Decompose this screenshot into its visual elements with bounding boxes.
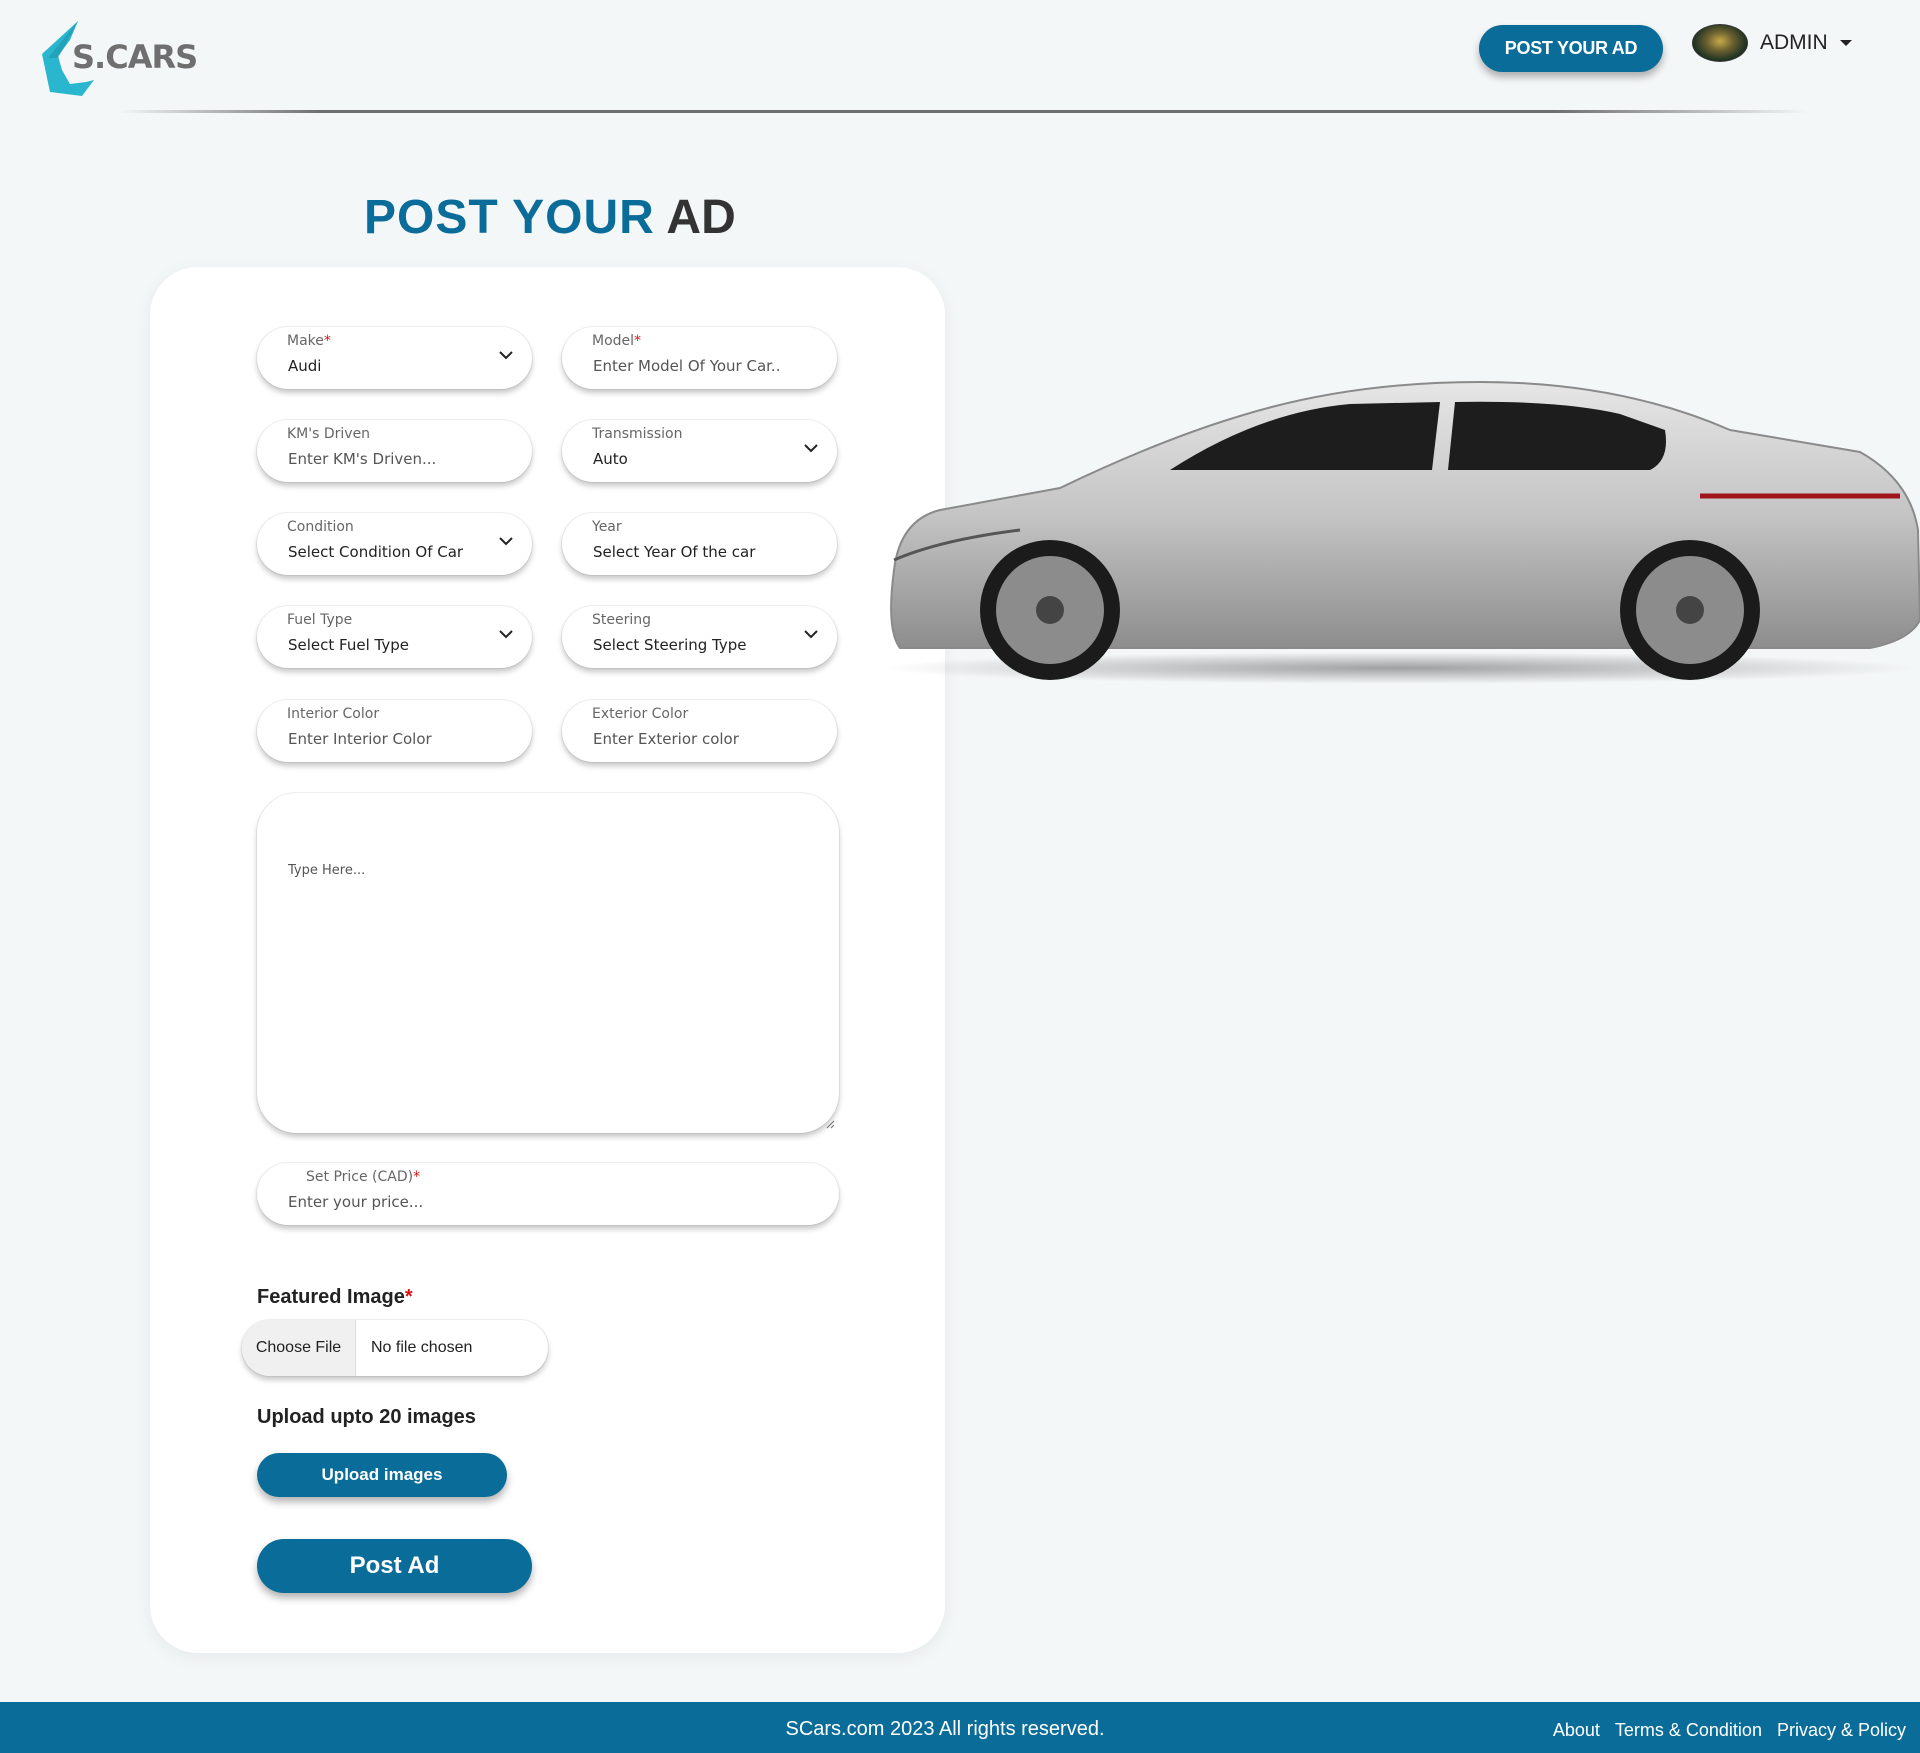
steering-value: Select Steering Type <box>593 636 747 654</box>
fuel-type-select[interactable]: Fuel Type Select Fuel Type <box>257 606 532 668</box>
exterior-color-placeholder: Enter Exterior color <box>593 730 739 748</box>
choose-file-button[interactable]: Choose File <box>242 1320 356 1376</box>
kms-driven-label: KM's Driven <box>287 426 371 442</box>
exterior-color-label: Exterior Color <box>592 706 689 722</box>
interior-color-placeholder: Enter Interior Color <box>288 730 432 748</box>
chevron-down-icon <box>804 630 818 639</box>
transmission-value: Auto <box>593 450 628 468</box>
make-label: Make* <box>287 333 331 349</box>
site-footer: SCars.com 2023 All rights reserved. Abou… <box>0 1702 1920 1753</box>
page-title-highlight: POST YOUR <box>364 191 655 244</box>
car-image <box>880 380 1920 684</box>
resize-grip-icon[interactable] <box>825 1119 835 1129</box>
site-header: S.CARS POST YOUR AD ADMIN <box>0 0 1920 113</box>
header-divider <box>118 110 1808 113</box>
post-your-ad-button[interactable]: POST YOUR AD <box>1479 25 1663 72</box>
fuel-type-label: Fuel Type <box>287 612 353 628</box>
featured-image-label: Featured Image* <box>257 1286 413 1308</box>
condition-select[interactable]: Condition Select Condition Of Car <box>257 513 532 575</box>
avatar[interactable] <box>1692 24 1748 62</box>
logo-text: S.CARS <box>72 38 198 76</box>
year-select[interactable]: Year Select Year Of the car <box>562 513 837 575</box>
price-label: Set Price (CAD)* <box>306 1169 421 1185</box>
user-menu[interactable]: ADMIN <box>1692 24 1852 62</box>
transmission-label: Transmission <box>592 426 683 442</box>
upload-images-button[interactable]: Upload images <box>257 1453 507 1497</box>
model-label: Model* <box>592 333 642 349</box>
chevron-down-icon <box>499 630 513 639</box>
footer-link-privacy[interactable]: Privacy & Policy <box>1777 1720 1906 1741</box>
chevron-down-icon <box>499 537 513 546</box>
footer-link-terms[interactable]: Terms & Condition <box>1615 1720 1762 1741</box>
upload-images-label: Upload upto 20 images <box>257 1406 476 1428</box>
make-select[interactable]: Make* Audi <box>257 327 532 389</box>
price-input[interactable]: Set Price (CAD)* Enter your price... <box>257 1163 839 1225</box>
featured-image-file-input[interactable]: Choose File No file chosen <box>242 1320 548 1376</box>
footer-links: About Terms & Condition Privacy & Policy <box>1553 1720 1906 1741</box>
caret-down-icon[interactable] <box>1839 40 1852 46</box>
chevron-down-icon <box>804 444 818 453</box>
fuel-type-value: Select Fuel Type <box>288 636 409 654</box>
footer-link-about[interactable]: About <box>1553 1720 1600 1741</box>
kms-driven-input[interactable]: KM's Driven Enter KM's Driven... <box>257 420 532 482</box>
price-placeholder: Enter your price... <box>288 1193 424 1211</box>
interior-color-label: Interior Color <box>287 706 380 722</box>
make-value: Audi <box>288 357 322 375</box>
file-status: No file chosen <box>371 1339 473 1356</box>
user-name[interactable]: ADMIN <box>1760 31 1828 55</box>
kms-driven-placeholder: Enter KM's Driven... <box>288 450 437 468</box>
steering-label: Steering <box>592 612 652 628</box>
exterior-color-input[interactable]: Exterior Color Enter Exterior color <box>562 700 837 762</box>
page-title-rest: AD <box>666 191 736 244</box>
model-placeholder: Enter Model Of Your Car.. <box>593 357 781 375</box>
description-textarea[interactable]: Type Here... <box>257 793 839 1133</box>
year-label: Year <box>592 519 622 535</box>
model-input[interactable]: Model* Enter Model Of Your Car.. <box>562 327 837 389</box>
chevron-down-icon <box>499 351 513 360</box>
condition-value: Select Condition Of Car <box>288 543 464 561</box>
steering-select[interactable]: Steering Select Steering Type <box>562 606 837 668</box>
transmission-select[interactable]: Transmission Auto <box>562 420 837 482</box>
interior-color-input[interactable]: Interior Color Enter Interior Color <box>257 700 532 762</box>
page-title: POST YOUR AD <box>364 190 736 245</box>
year-value: Select Year Of the car <box>593 543 756 561</box>
condition-label: Condition <box>287 519 354 535</box>
post-ad-button[interactable]: Post Ad <box>257 1539 532 1593</box>
description-placeholder: Type Here... <box>288 863 366 878</box>
